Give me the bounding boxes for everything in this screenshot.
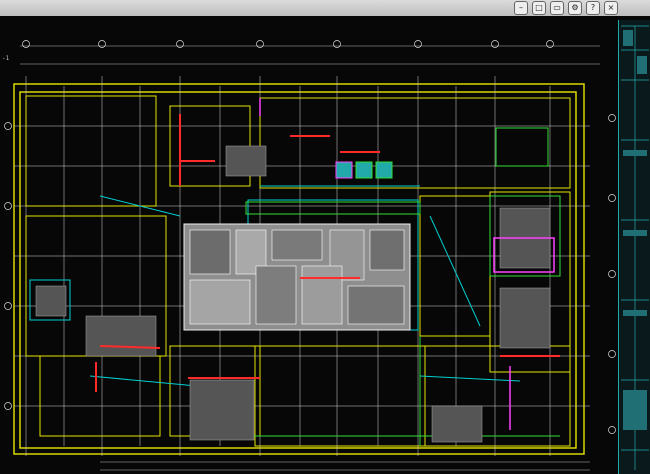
title-block-lines bbox=[621, 25, 649, 470]
axis-marker-label: -1 bbox=[2, 55, 10, 62]
minimize-icon[interactable]: – bbox=[514, 1, 528, 15]
window-titlebar: – □ ▭ ⚙ ? × bbox=[0, 0, 650, 17]
title-block-panel bbox=[618, 20, 650, 474]
close-icon[interactable]: × bbox=[604, 1, 618, 15]
bottom-dimension-line bbox=[100, 461, 590, 471]
left-axis-bubbles bbox=[4, 122, 12, 410]
settings-icon[interactable]: ⚙ bbox=[568, 1, 582, 15]
axis-bubbles-top bbox=[22, 40, 554, 48]
top-dimension-line bbox=[20, 45, 600, 65]
equipment-tiles bbox=[335, 161, 393, 179]
right-axis-bubbles bbox=[608, 114, 616, 434]
help-icon[interactable]: ? bbox=[586, 1, 600, 15]
restore-icon[interactable]: ▭ bbox=[550, 1, 564, 15]
central-core bbox=[183, 223, 411, 331]
maximize-icon[interactable]: □ bbox=[532, 1, 546, 15]
cad-drawing-canvas[interactable]: -1 bbox=[0, 16, 650, 474]
floor-plan: -1 bbox=[2, 40, 616, 471]
